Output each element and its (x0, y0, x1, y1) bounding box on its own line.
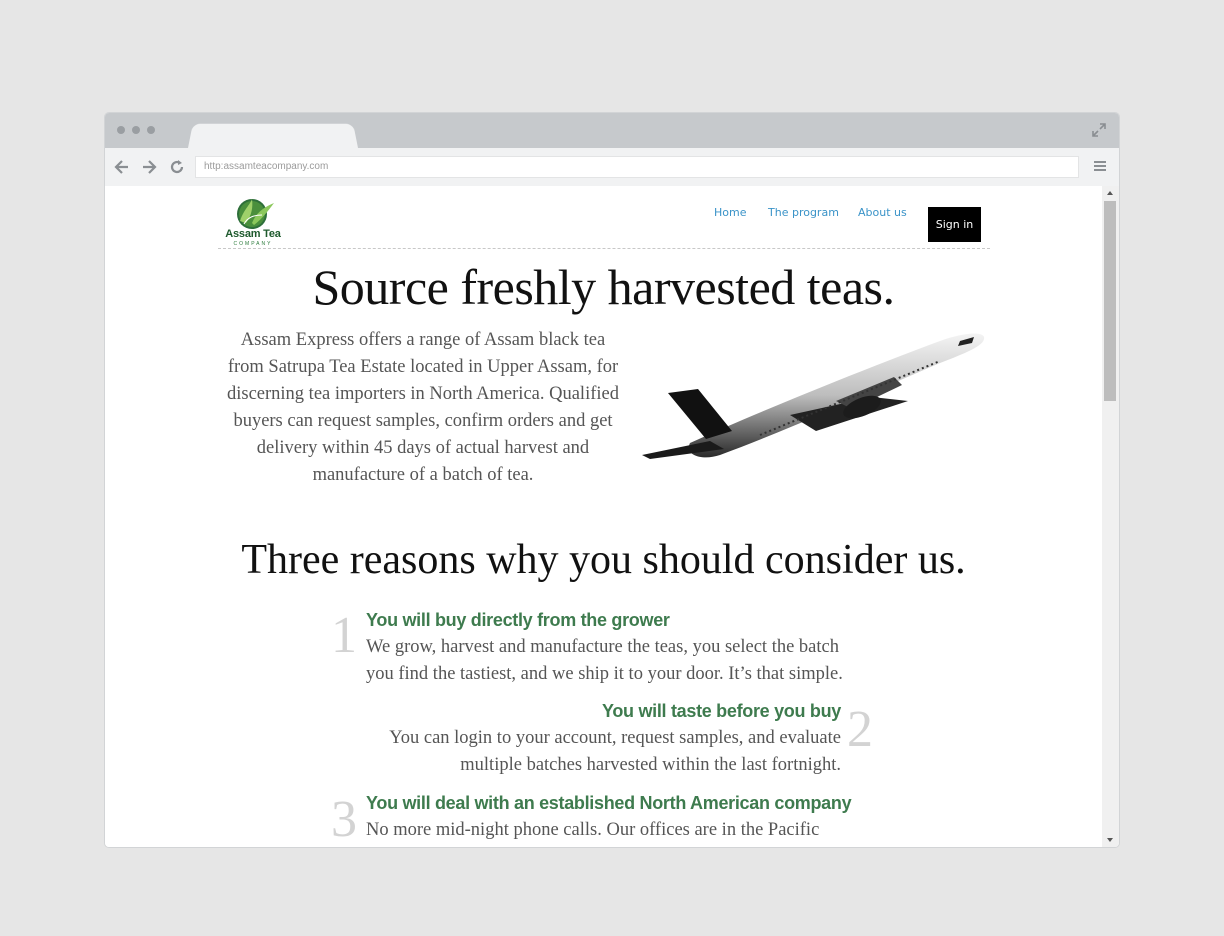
logo-name: Assam Tea (225, 228, 281, 240)
hero-line: buyers can request samples, confirm orde… (233, 411, 613, 431)
tea-leaf-logo-icon (237, 199, 274, 229)
reason-number: 3 (331, 791, 357, 847)
window-dot-icon[interactable] (132, 126, 140, 134)
nav-home[interactable]: Home (714, 206, 746, 219)
reason-body: No more mid-night phone calls. Our offic… (366, 817, 886, 844)
address-bar[interactable]: http:assamteacompany.com (195, 156, 1079, 178)
browser-window: http:assamteacompany.com Assam Tea COMPA… (105, 113, 1119, 847)
browser-tab[interactable] (188, 123, 358, 148)
expand-icon[interactable] (1091, 122, 1107, 138)
header-divider (218, 248, 990, 249)
reason-number: 1 (331, 607, 357, 664)
reason-line: No more mid-night phone calls. Our offic… (366, 820, 820, 840)
airplane-image (642, 333, 985, 459)
scroll-thumb[interactable] (1104, 201, 1116, 401)
nav-the-program[interactable]: The program (768, 206, 839, 219)
reason-number: 2 (847, 701, 873, 758)
reason-heading: You will buy directly from the grower (366, 610, 670, 630)
browser-toolbar: http:assamteacompany.com (105, 148, 1119, 186)
hero-line: Assam Express offers a range of Assam bl… (240, 330, 606, 350)
reasons-title: Three reasons why you should consider us… (241, 537, 966, 583)
forward-arrow-icon[interactable] (140, 158, 158, 176)
scroll-down-icon[interactable] (1107, 838, 1113, 842)
window-dot-icon[interactable] (117, 126, 125, 134)
nav-about-us[interactable]: About us (858, 206, 907, 219)
vertical-scrollbar[interactable] (1102, 186, 1119, 847)
hero-title: Source freshly harvested teas. (312, 259, 896, 315)
sign-in-button[interactable]: Sign in (928, 207, 981, 242)
hero-description: Assam Express offers a range of Assam bl… (213, 327, 633, 489)
hero-line: delivery within 45 days of actual harves… (256, 438, 590, 458)
scroll-up-icon[interactable] (1107, 191, 1113, 195)
page-viewport: Assam Tea COMPANY Home The program About… (105, 186, 1102, 847)
reason-line: You can login to your account, request s… (389, 728, 841, 748)
menu-icon[interactable] (1093, 159, 1107, 173)
hero-line: manufacture of a batch of tea. (312, 465, 534, 485)
back-arrow-icon[interactable] (113, 158, 131, 176)
hero-line: from Satrupa Tea Estate located in Upper… (227, 357, 619, 377)
reason-line: multiple batches harvested within the la… (460, 755, 841, 775)
reason-body: You can login to your account, request s… (341, 725, 841, 779)
tab-bar (105, 113, 1119, 148)
reason-heading: You will deal with an established North … (366, 793, 852, 813)
hero-line: discerning tea importers in North Americ… (227, 384, 619, 404)
reason-body: We grow, harvest and manufacture the tea… (366, 634, 886, 688)
site-logo[interactable]: Assam Tea COMPANY (222, 197, 284, 247)
reload-icon[interactable] (168, 158, 186, 176)
window-dot-icon[interactable] (147, 126, 155, 134)
logo-subtitle: COMPANY (233, 241, 273, 247)
reason-line: you find the tastiest, and we ship it to… (366, 664, 843, 684)
reason-heading: You will taste before you buy (601, 701, 841, 721)
reason-line: We grow, harvest and manufacture the tea… (366, 637, 839, 657)
